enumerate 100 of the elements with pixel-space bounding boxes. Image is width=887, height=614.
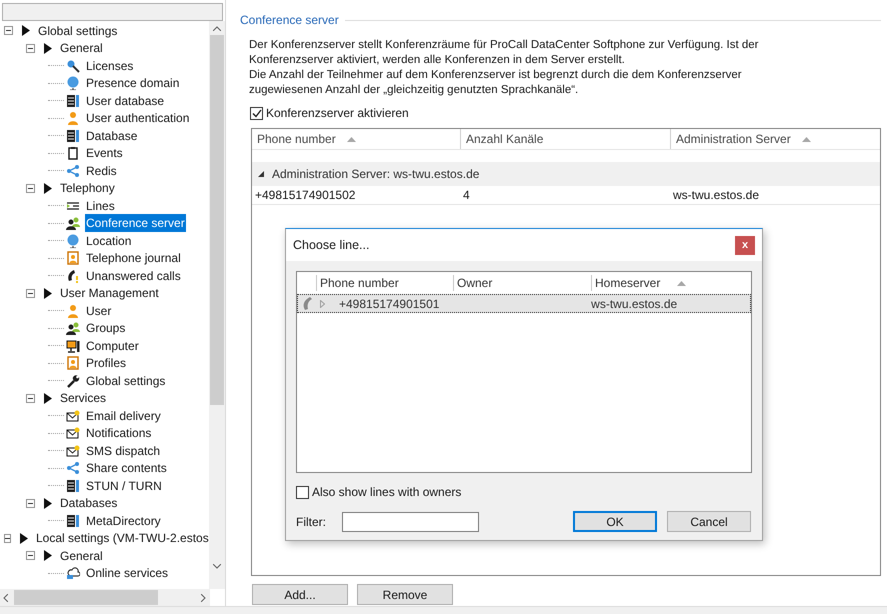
- tree-item[interactable]: Unanswered calls: [85, 266, 182, 285]
- dialog-button[interactable]: Cancel: [667, 511, 751, 532]
- tree-item[interactable]: Conference server: [85, 214, 186, 232]
- document-icon: [66, 356, 80, 370]
- column-header[interactable]: Homeserver: [591, 275, 751, 291]
- expander-icon[interactable]: [26, 184, 35, 193]
- envelope-icon: [66, 408, 80, 423]
- checkbox[interactable]: [250, 106, 263, 120]
- tree-item[interactable]: General: [59, 546, 104, 565]
- tree-item[interactable]: Notifications: [85, 424, 152, 442]
- action-button[interactable]: Remove: [357, 584, 453, 605]
- column-label: Owner: [457, 275, 492, 292]
- tree-item[interactable]: Databases: [59, 494, 118, 512]
- description-text: Der Konferenzserver stellt Konferenzräume für ProCall DataCenter Softphone zur Verfügung. Ist der Konferenzserver aktiviert, werden alle Konferenzen in dem Server erstellt.: [249, 38, 760, 68]
- column-header[interactable]: Anzahl Kanäle: [460, 129, 670, 149]
- tree-item[interactable]: Share contents: [85, 459, 168, 478]
- tree-item[interactable]: User Management: [59, 284, 160, 302]
- tree-item[interactable]: Global settings: [37, 22, 118, 40]
- tree-item[interactable]: General: [59, 39, 104, 58]
- tree-item[interactable]: Groups: [85, 319, 126, 338]
- monitor-icon: [66, 338, 80, 353]
- tree-item[interactable]: Events: [85, 144, 124, 162]
- scroll-up-icon[interactable]: [213, 26, 222, 31]
- expander-icon[interactable]: [26, 498, 35, 508]
- filter-label: Filter:: [296, 514, 327, 530]
- action-button[interactable]: Add...: [252, 584, 348, 605]
- triangle-icon[interactable]: [44, 550, 52, 562]
- tree-item[interactable]: Email delivery: [85, 406, 162, 425]
- dialog-button[interactable]: OK: [573, 511, 657, 532]
- tree-item[interactable]: STUN / TURN: [85, 476, 163, 495]
- section-title: Conference server: [240, 12, 339, 29]
- expander-icon[interactable]: [26, 394, 35, 403]
- triangle-icon[interactable]: [44, 288, 52, 299]
- tree-item[interactable]: Presence domain: [85, 74, 180, 92]
- checkbox-label[interactable]: Also show lines with owners: [312, 483, 462, 501]
- table-cell-text: +49815174901501: [339, 296, 440, 312]
- vertical-scrollbar[interactable]: [209, 21, 225, 589]
- cloud-icon: [66, 566, 80, 580]
- server-icon: [66, 478, 80, 493]
- triangle-icon[interactable]: [44, 498, 52, 509]
- share-icon: [66, 164, 80, 178]
- expander-icon[interactable]: [4, 26, 13, 36]
- column-header[interactable]: Administration Server: [670, 129, 880, 149]
- triangle-icon[interactable]: [44, 392, 52, 404]
- tree-item[interactable]: Services: [59, 389, 108, 408]
- scroll-right-icon[interactable]: [201, 594, 206, 602]
- column-label: Administration Server: [676, 131, 791, 148]
- triangle-icon[interactable]: [44, 42, 52, 54]
- scroll-down-icon[interactable]: [213, 564, 222, 569]
- description-text: Die Anzahl der Teilnehmer auf dem Konferenzserver ist begrenzt durch die dem Konferenzserver zugewiesenen Anzahl der „gleichzeitig genutzten Sprachkanäle“.: [249, 68, 743, 98]
- tree-item[interactable]: Global settings: [85, 372, 166, 390]
- tree-item[interactable]: Database: [85, 126, 138, 145]
- expander-icon[interactable]: [26, 551, 35, 560]
- column-label: Homeserver: [595, 275, 660, 292]
- tree-item[interactable]: Online services: [85, 564, 170, 582]
- share-icon: [66, 461, 80, 476]
- tree-item[interactable]: Location: [85, 232, 132, 250]
- tree-item[interactable]: Profiles: [85, 354, 128, 372]
- checkbox-label[interactable]: Konferenzserver aktivieren: [266, 104, 409, 122]
- triangle-icon[interactable]: [20, 532, 28, 544]
- tree-item[interactable]: Licenses: [85, 56, 134, 75]
- phone-icon: [302, 297, 312, 310]
- tree-item[interactable]: MetaDirectory: [85, 512, 162, 530]
- tree-item[interactable]: SMS dispatch: [85, 442, 162, 460]
- tree-item[interactable]: Computer: [85, 336, 140, 355]
- horizontal-scrollbar[interactable]: [0, 589, 210, 606]
- table-cell-text: 4: [462, 187, 471, 204]
- expander-icon[interactable]: [26, 288, 35, 298]
- scroll-thumb[interactable]: [210, 35, 224, 405]
- line-row[interactable]: +49815174901501 ws-twu.estos.de: [297, 294, 751, 313]
- server-icon: [66, 94, 80, 108]
- column-header[interactable]: Phone number: [316, 275, 453, 291]
- tree-item[interactable]: Telephone journal: [85, 249, 182, 268]
- envelope-icon: [66, 426, 80, 440]
- tree-item[interactable]: Redis: [85, 162, 118, 180]
- column-header[interactable]: Phone number: [252, 129, 460, 149]
- scroll-left-icon[interactable]: [3, 594, 8, 602]
- tree-item[interactable]: Telephony: [59, 179, 116, 198]
- tree-item[interactable]: Local settings (VM-TWU-2.estos: [35, 529, 210, 548]
- expander-icon[interactable]: [4, 534, 11, 543]
- column-header[interactable]: Owner: [453, 275, 591, 291]
- phone-icon: [66, 268, 80, 283]
- dialog-title: Choose line...: [293, 236, 370, 254]
- filter-field[interactable]: [342, 512, 479, 532]
- triangle-icon[interactable]: [44, 182, 52, 194]
- tree-item[interactable]: User database: [85, 92, 166, 110]
- close-button[interactable]: x: [735, 236, 755, 254]
- column-label: Phone number: [257, 131, 336, 148]
- table-cell-text: ws-twu.estos.de: [591, 296, 678, 312]
- tree-item[interactable]: User: [85, 302, 112, 320]
- server-icon: [66, 128, 80, 143]
- checkbox[interactable]: [296, 486, 309, 498]
- scroll-thumb[interactable]: [14, 590, 158, 605]
- column-label: Anzahl Kanäle: [466, 131, 544, 148]
- tree-item[interactable]: Lines: [85, 196, 116, 215]
- expander-icon[interactable]: [26, 44, 35, 53]
- tree-item[interactable]: User authentication: [85, 109, 190, 128]
- group-row[interactable]: Administration Server: ws-twu.estos.de: [252, 162, 880, 186]
- triangle-icon[interactable]: [22, 25, 30, 36]
- collapse-icon[interactable]: [258, 171, 264, 177]
